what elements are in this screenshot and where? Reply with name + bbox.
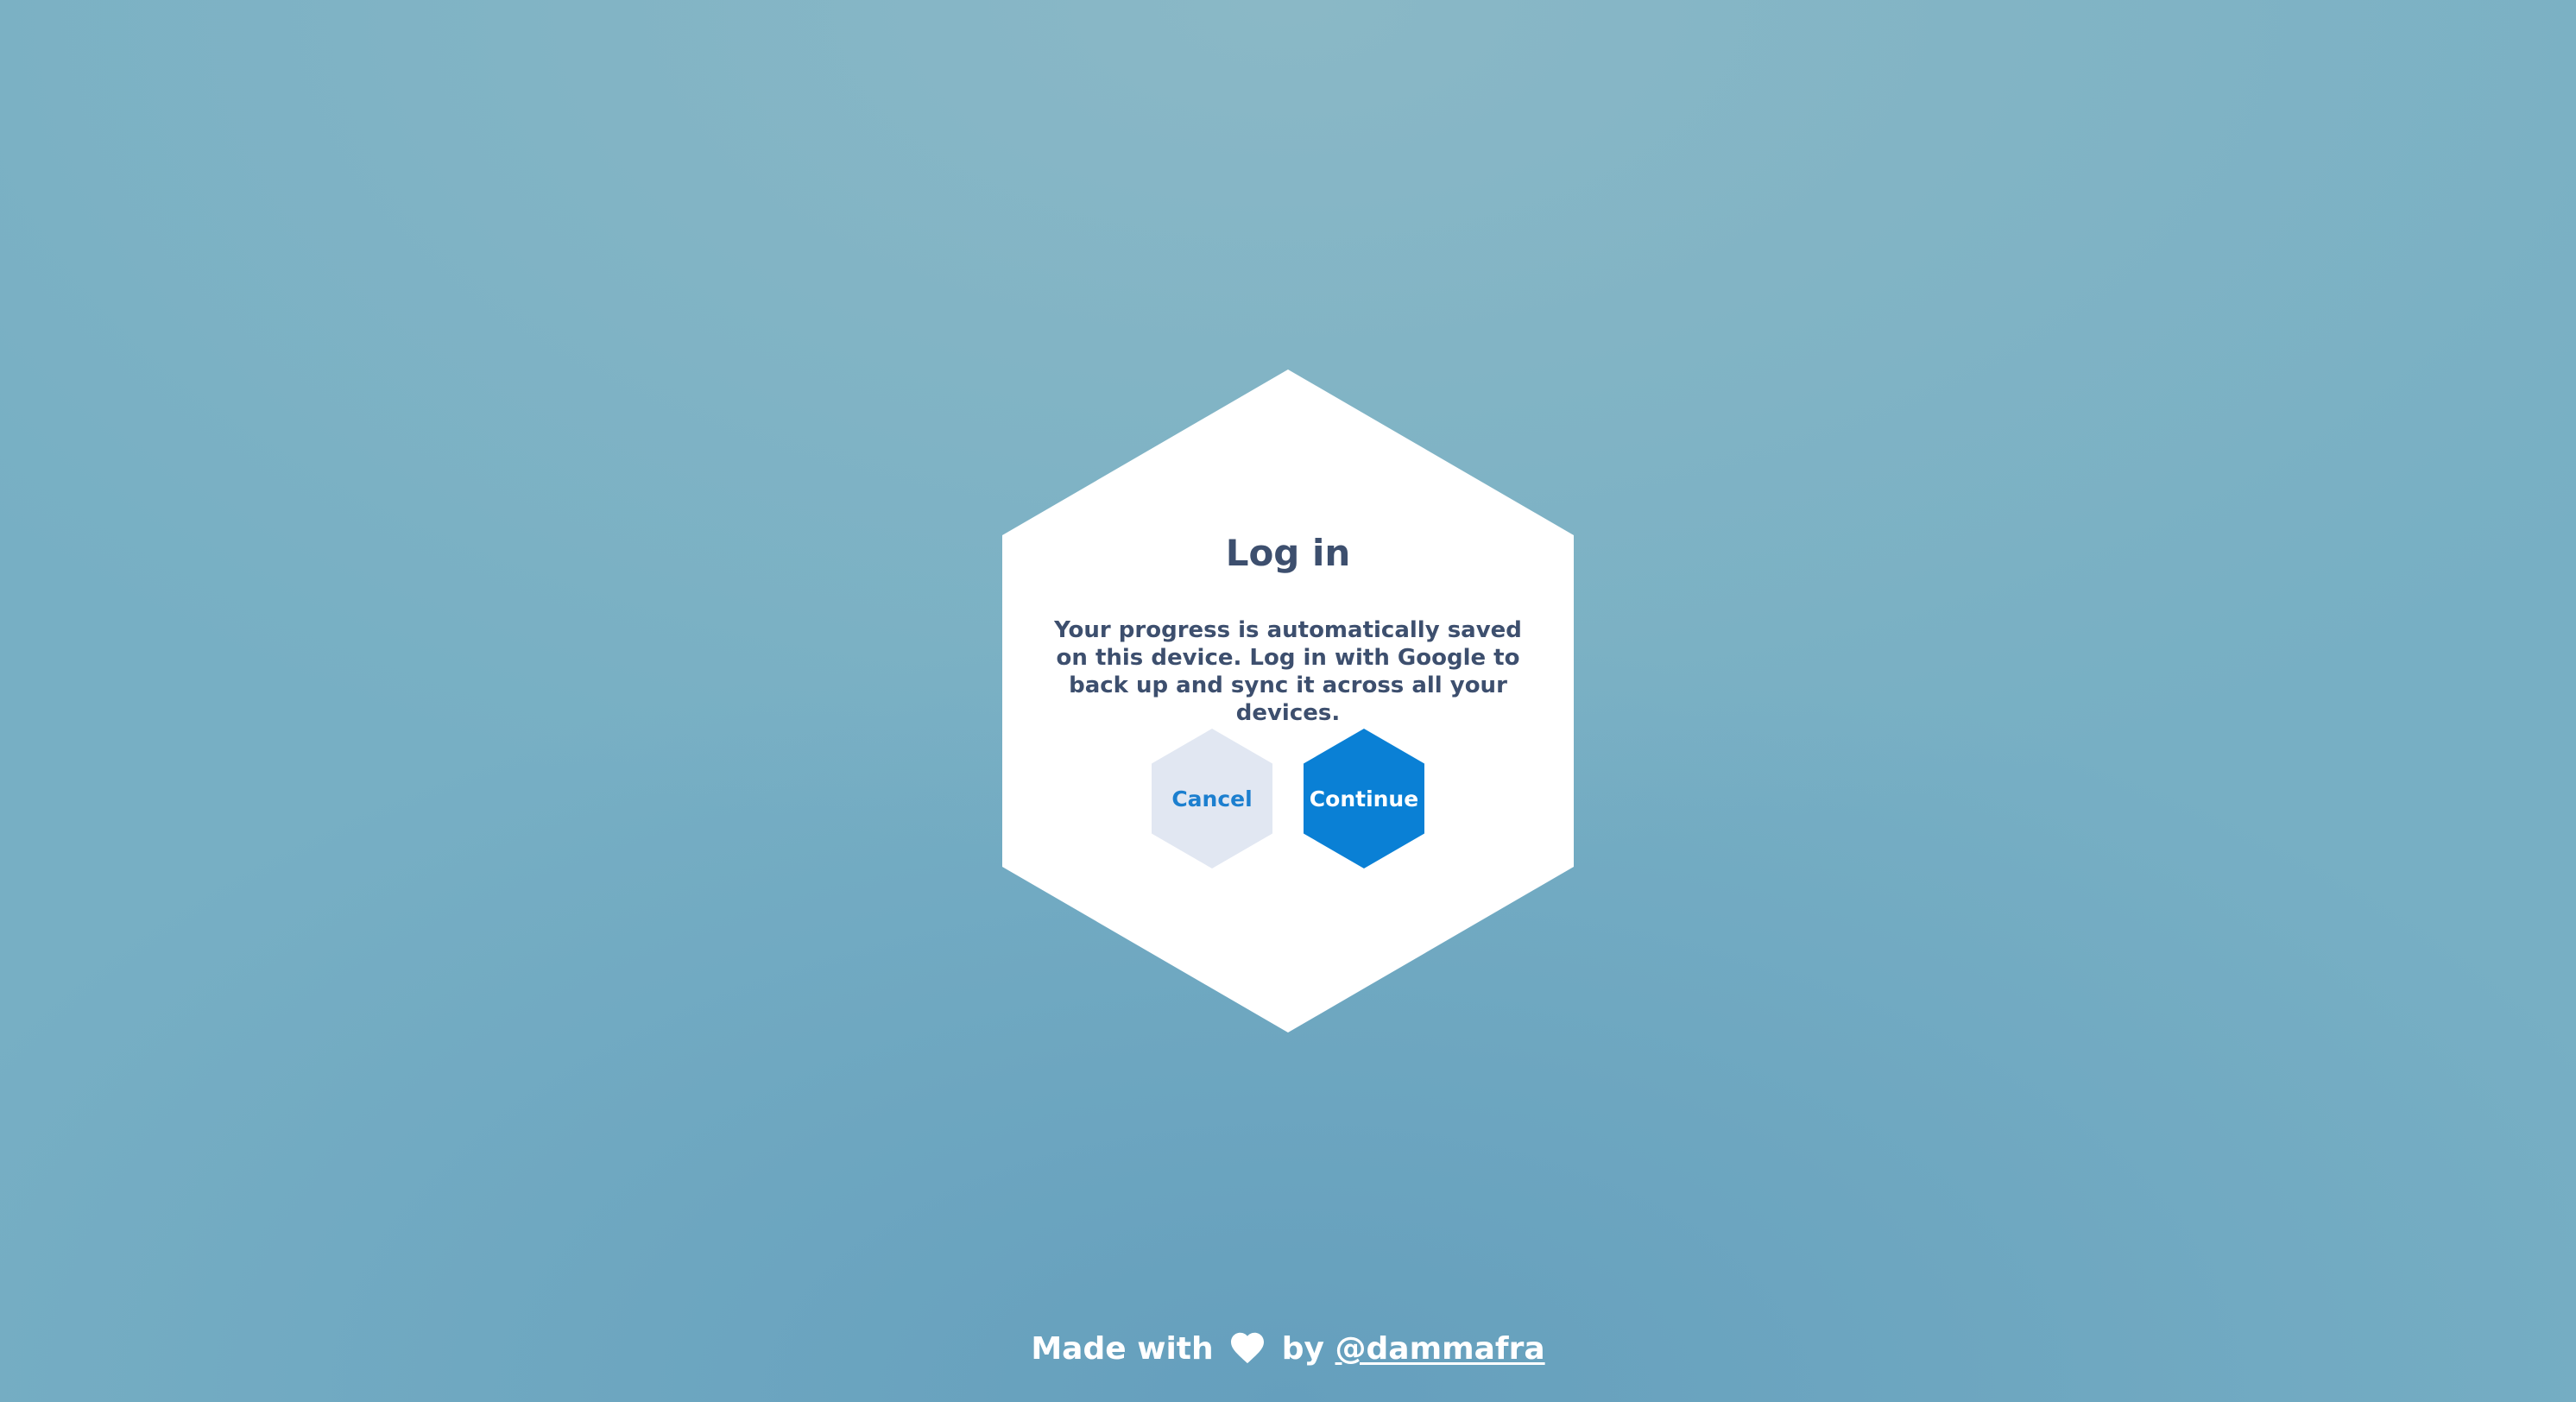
modal-message: Your progress is automatically saved on …: [1054, 617, 1522, 726]
author-link[interactable]: @dammafra: [1335, 1331, 1545, 1367]
cancel-button[interactable]: Cancel: [1152, 729, 1272, 868]
login-modal: Log in Your progress is automatically sa…: [1002, 369, 1574, 1033]
continue-button[interactable]: Continue: [1304, 729, 1424, 868]
footer-made-with: Made with: [1031, 1331, 1214, 1367]
heart-icon: [1231, 1332, 1265, 1364]
footer-by: by: [1281, 1331, 1324, 1367]
footer-credit: Made with by @dammafra: [0, 1325, 2576, 1374]
modal-title: Log in: [1225, 532, 1351, 574]
